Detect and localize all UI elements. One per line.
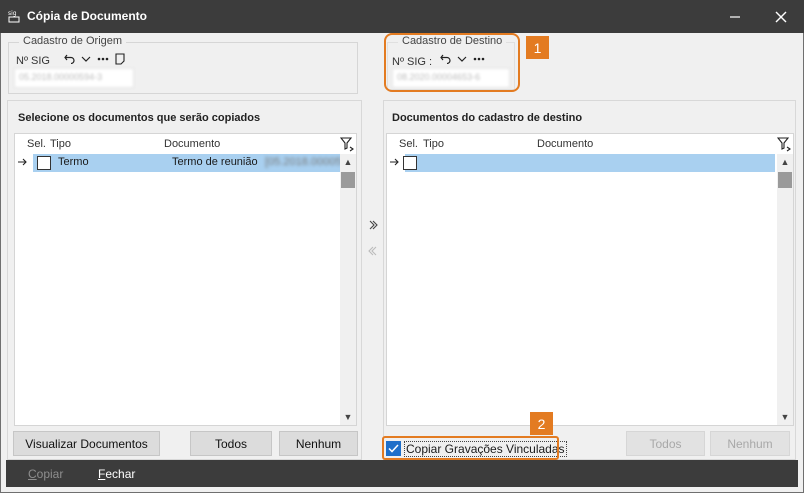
select-none-button[interactable]: Nenhum: [279, 431, 358, 456]
chevron-down-icon[interactable]: [456, 53, 468, 65]
row-tipo: Termo: [58, 156, 89, 168]
source-documents-grid: Sel. Tipo Documento Termo Termo de reuni…: [14, 133, 357, 426]
dest-select-none-button[interactable]: Nenhum: [710, 431, 790, 456]
checkmark-icon[interactable]: [386, 441, 401, 456]
minimize-icon: [730, 15, 740, 18]
fechar-button[interactable]: Fechar: [98, 467, 135, 481]
filter-icon[interactable]: [340, 136, 354, 152]
step-badge-2: 2: [530, 412, 553, 435]
move-left-button[interactable]: [366, 244, 380, 262]
source-documents-panel: Selecione os documentos que serão copiad…: [7, 100, 362, 460]
row-documento: Termo de reunião: [172, 156, 258, 168]
vertical-scrollbar[interactable]: ▲ ▼: [777, 154, 793, 425]
current-row-arrow-icon: [18, 158, 27, 166]
copy-linked-recordings-checkbox[interactable]: Copiar Gravações Vinculadas: [386, 440, 567, 457]
ellipsis-icon[interactable]: [473, 53, 485, 65]
select-all-button[interactable]: Todos: [190, 431, 272, 456]
document-icon[interactable]: [114, 53, 126, 65]
filter-icon[interactable]: [777, 136, 791, 152]
origem-sig-label: Nº SIG: [16, 55, 50, 67]
undo-icon[interactable]: [439, 53, 451, 65]
destination-documents-panel: Documentos do cadastro de destino Sel. T…: [383, 100, 796, 460]
step-badge-1: 1: [526, 36, 549, 59]
destino-sig-value[interactable]: 08.2020.00004653-6: [392, 68, 510, 88]
grid-header: Sel. Tipo Documento: [15, 134, 356, 154]
source-panel-title: Selecione os documentos que serão copiad…: [18, 112, 261, 124]
table-row[interactable]: [387, 154, 777, 172]
chevron-double-left-icon: [368, 246, 377, 256]
move-right-button[interactable]: [366, 218, 380, 236]
scroll-up-icon[interactable]: ▲: [777, 154, 793, 170]
close-icon: [775, 11, 787, 22]
destino-sig-label: Nº SIG :: [392, 56, 433, 68]
table-row[interactable]: Termo Termo de reunião [05.2018.000059: [15, 154, 348, 172]
sig-icon: sig: [8, 10, 20, 23]
copiar-label: opiar: [36, 467, 64, 481]
close-button[interactable]: [758, 0, 804, 33]
copy-linked-recordings-label[interactable]: Copiar Gravações Vinculadas: [404, 440, 567, 457]
copiar-button[interactable]: Copiar: [28, 467, 63, 481]
current-row-arrow-icon: [390, 158, 399, 166]
svg-text:sig: sig: [8, 10, 17, 17]
destination-panel-title: Documentos do cadastro de destino: [392, 112, 583, 124]
col-sel[interactable]: Sel.: [399, 138, 418, 150]
col-documento[interactable]: Documento: [164, 138, 220, 150]
origem-group-title: Cadastro de Origem: [19, 35, 127, 47]
scroll-thumb[interactable]: [341, 172, 355, 188]
title-bar: sig Cópia de Documento: [0, 0, 804, 33]
chevron-down-icon[interactable]: [80, 53, 92, 65]
copiar-access-key: C: [28, 467, 37, 481]
col-documento[interactable]: Documento: [537, 138, 593, 150]
chevron-double-right-icon: [369, 220, 378, 230]
ellipsis-icon[interactable]: [97, 53, 109, 65]
scroll-down-icon[interactable]: ▼: [777, 409, 793, 425]
grid-header: Sel. Tipo Documento: [387, 134, 793, 154]
scroll-up-icon[interactable]: ▲: [340, 154, 356, 170]
destino-sig-tools: [439, 53, 485, 65]
dest-select-all-button[interactable]: Todos: [626, 431, 705, 456]
row-documento-ref: [05.2018.000059: [265, 156, 348, 168]
fechar-label: echar: [105, 467, 136, 481]
col-tipo[interactable]: Tipo: [50, 138, 71, 150]
minimize-button[interactable]: [712, 0, 758, 33]
origem-sig-tools: [63, 53, 126, 65]
footer-bar: Copiar Fechar: [6, 460, 798, 487]
destino-group-title: Cadastro de Destino: [398, 35, 507, 47]
undo-icon[interactable]: [63, 53, 75, 65]
vertical-scrollbar[interactable]: ▲ ▼: [340, 154, 356, 425]
col-tipo[interactable]: Tipo: [423, 138, 444, 150]
window-title: Cópia de Documento: [27, 9, 148, 23]
row-checkbox[interactable]: [37, 156, 51, 170]
origem-sig-value[interactable]: 05.2018.00000594-3: [14, 68, 134, 88]
row-selection: [405, 154, 775, 172]
row-checkbox[interactable]: [403, 156, 417, 170]
scroll-down-icon[interactable]: ▼: [340, 409, 356, 425]
col-sel[interactable]: Sel.: [27, 138, 46, 150]
destination-documents-grid: Sel. Tipo Documento ▲ ▼: [386, 133, 794, 426]
visualizar-documentos-button[interactable]: Visualizar Documentos: [13, 431, 160, 456]
scroll-thumb[interactable]: [778, 172, 792, 188]
